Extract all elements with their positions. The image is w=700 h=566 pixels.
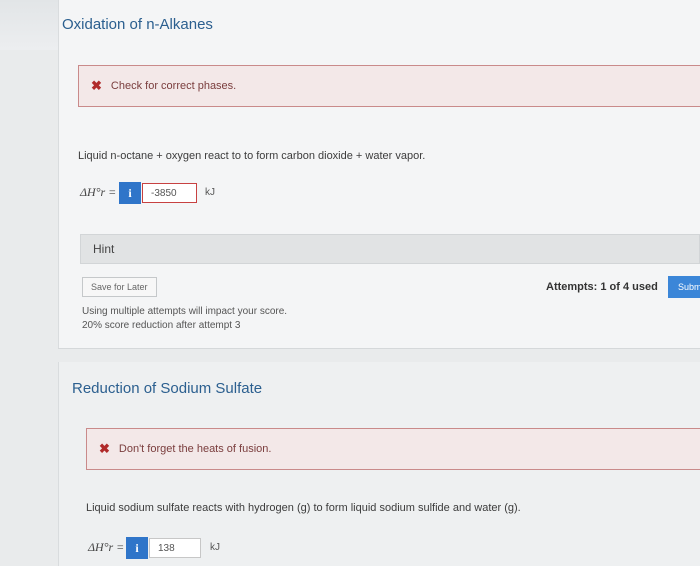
unit-label-2: kJ	[210, 542, 220, 553]
submit-button[interactable]: Subm	[668, 276, 700, 298]
question-prompt-2: Liquid sodium sulfate reacts with hydrog…	[86, 502, 521, 514]
unit-label: kJ	[205, 187, 215, 198]
alert-text-2: Don't forget the heats of fusion.	[118, 443, 272, 455]
section-divider	[58, 348, 700, 349]
feedback-alert-2: ✖ Don't forget the heats of fusion.	[86, 428, 700, 470]
info-icon-2[interactable]: i	[126, 537, 148, 559]
score-reduction-note: 20% score reduction after attempt 3	[82, 320, 241, 331]
attempts-warning: Using multiple attempts will impact your…	[82, 306, 288, 317]
attempts-counter: Attempts: 1 of 4 used	[546, 281, 658, 293]
error-x-icon: ✖	[91, 78, 102, 93]
problem-title-2: Reduction of Sodium Sulfate	[72, 380, 263, 397]
problem-title: Oxidation of n-Alkanes	[62, 16, 213, 33]
question-prompt: Liquid n-octane + oxygen react to to for…	[78, 150, 426, 162]
error-x-icon-2: ✖	[99, 441, 110, 456]
answer-input[interactable]: -3850	[142, 183, 197, 203]
delta-h-label-2: ΔH°r =	[88, 540, 125, 554]
alert-text: Check for correct phases.	[110, 80, 237, 92]
feedback-alert: ✖ Check for correct phases.	[78, 65, 700, 107]
delta-h-label: ΔH°r =	[80, 185, 117, 199]
save-for-later-button[interactable]: Save for Later	[82, 277, 157, 297]
answer-input-2[interactable]: 138	[149, 538, 201, 558]
info-icon[interactable]: i	[119, 182, 141, 204]
hint-bar[interactable]: Hint	[80, 234, 700, 264]
